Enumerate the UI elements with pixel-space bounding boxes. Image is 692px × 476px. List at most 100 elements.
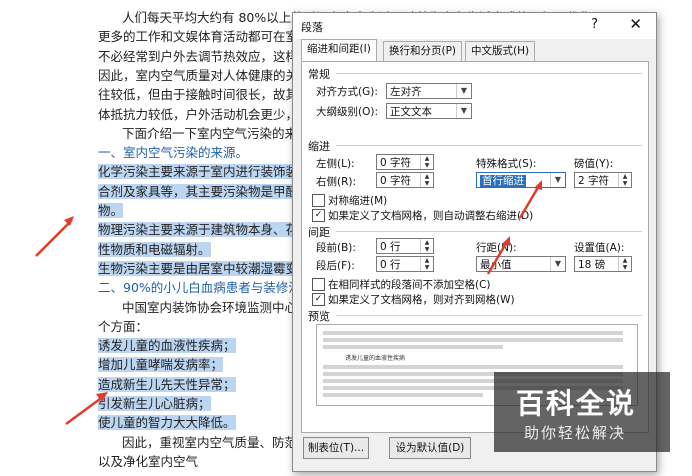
spinner-arrows-icon[interactable]: ▲ ▼: [420, 155, 433, 169]
spacing-at-value: 18 磅: [578, 259, 606, 271]
red-arrow-left-bottom: [65, 392, 108, 426]
document-line: 下面介绍一下室内空气污染的来源: [122, 124, 310, 144]
document-line-text: 往较低，但由于接触时间很长，故其: [98, 87, 299, 103]
red-arrow-special-indent: [518, 180, 542, 219]
set-default-button[interactable]: 设为默认值(D): [389, 437, 471, 459]
outline-level-select[interactable]: 正文文本 ▼: [386, 103, 472, 119]
watermark-title: 百科全说: [516, 387, 637, 420]
document-line-text: 物理污染主要来源于建筑物本身、花岗: [98, 222, 311, 238]
document-line-text: 物。: [98, 203, 124, 218]
document-line-text: 更多的工作和文娱体育活动都可在室: [98, 29, 299, 45]
document-line-text: 性物质和电磁辐射。: [98, 241, 211, 257]
document-line: 引发新生儿心脏病；: [98, 394, 211, 414]
space-after-value: 0 行: [380, 259, 401, 271]
document-line-text: 造成新生儿先天性异常；: [98, 376, 236, 392]
preview-line: [323, 345, 503, 349]
document-line-text: 下面介绍一下室内空气污染的来源: [122, 125, 310, 141]
document-line-text: 因此，室内空气质量对人体健康的关系: [98, 67, 311, 83]
divider: [336, 73, 642, 74]
space-after-label: 段后(F):: [316, 260, 355, 272]
snap-to-grid-checkbox[interactable]: ✓: [312, 293, 325, 306]
spacing-at-spinner[interactable]: 18 磅 ▲ ▼: [574, 256, 632, 272]
outline-level-label: 大纲级别(O):: [316, 106, 378, 118]
document-line-text: 引发新生儿心脏病；: [98, 396, 211, 411]
tab-asian-typography[interactable]: 中文版式(H): [465, 41, 536, 61]
document-line-text: 生物污染主要是由居室中较潮湿霉变的: [98, 260, 311, 276]
right-indent-label: 右侧(R):: [316, 176, 357, 188]
divider: [336, 145, 642, 146]
preview-line: [323, 365, 623, 369]
tabs-button[interactable]: 制表位(T)...: [303, 437, 369, 459]
document-line: 二、90%的小儿白血病患者与装修污染: [98, 278, 313, 298]
watermark-logo: 百科全说 助你轻松解决: [494, 372, 670, 452]
document-line: 以及净化室内空气: [98, 452, 198, 472]
chevron-down-icon: ▼: [550, 173, 565, 187]
space-before-label: 段前(B):: [316, 242, 356, 254]
space-before-spinner[interactable]: 0 行 ▲ ▼: [376, 238, 434, 254]
left-indent-value: 0 字符: [380, 157, 412, 169]
spinner-arrows-icon[interactable]: ▲ ▼: [618, 257, 631, 271]
chevron-down-icon: ▼: [456, 84, 471, 98]
auto-adjust-indent-checkbox[interactable]: ✓: [312, 209, 325, 222]
document-line-text: 不必经常到户外去调节热效应，这样: [98, 48, 299, 64]
spinner-arrows-icon[interactable]: ▲ ▼: [618, 173, 631, 187]
spinner-arrows-icon[interactable]: ▲ ▼: [420, 173, 433, 187]
chevron-down-icon: ▼: [456, 104, 471, 118]
document-line-text: 诱发儿童的血液性疾病；: [98, 338, 236, 354]
close-icon[interactable]: ✕: [629, 15, 642, 33]
document-line: 物。: [98, 201, 124, 221]
preview-line: [323, 338, 623, 342]
alignment-value: 左对齐: [390, 86, 422, 98]
document-line: 因此，室内空气质量对人体健康的关系: [98, 66, 311, 86]
document-line-text: 使儿童的智力大大降低。: [98, 415, 236, 431]
special-indent-label: 特殊格式(S):: [476, 158, 537, 170]
indent-heading: 缩进: [308, 140, 330, 153]
document-line: 诱发儿童的血液性疾病；: [98, 336, 236, 356]
document-line: 体抵抗力较低，户外活动机会更少，因: [98, 105, 311, 125]
right-indent-value: 0 字符: [380, 175, 412, 187]
tab-indent-spacing[interactable]: 缩进和间距(I): [301, 39, 377, 61]
document-line: 性物质和电磁辐射。: [98, 240, 211, 260]
spacing-heading: 间距: [308, 226, 330, 239]
document-line: 往较低，但由于接触时间很长，故其: [98, 85, 298, 105]
preview-sample-text: 诱发儿童的血液性疾病: [345, 355, 406, 362]
alignment-select[interactable]: 左对齐 ▼: [386, 83, 472, 99]
divider: [336, 231, 642, 232]
help-icon[interactable]: ?: [591, 17, 598, 32]
mirror-indents-label: 对称缩进(M): [328, 195, 388, 207]
left-indent-spinner[interactable]: 0 字符 ▲ ▼: [376, 154, 434, 170]
space-after-spinner[interactable]: 0 行 ▲ ▼: [376, 256, 434, 272]
document-line: 使儿童的智力大大降低。: [98, 413, 236, 433]
alignment-label: 对齐方式(G):: [316, 86, 378, 98]
document-line: 个方面：: [98, 317, 148, 337]
document-line-text: 增加儿童哮喘发病率；: [98, 357, 224, 373]
document-line: 更多的工作和文娱体育活动都可在室: [98, 27, 298, 47]
dialog-title: 段落: [301, 21, 323, 34]
document-line: 物理污染主要来源于建筑物本身、花岗: [98, 220, 311, 240]
tab-line-page-breaks[interactable]: 换行和分页(P): [383, 41, 463, 61]
watermark-subtitle: 助你轻松解决: [524, 424, 627, 442]
spinner-arrows-icon[interactable]: ▲ ▼: [420, 257, 433, 271]
preview-line: [323, 331, 623, 335]
document-line-text: 二、90%的小儿白血病患者与装修污染: [98, 280, 314, 296]
document-line: 化学污染主要来源于室内进行装饰装: [98, 162, 299, 182]
spinner-arrows-icon[interactable]: ▲ ▼: [420, 239, 433, 253]
snap-to-grid-label: 如果定义了文档网格，则对齐到网格(W): [328, 294, 515, 306]
red-arrow-left-top: [35, 216, 74, 257]
document-line-text: 中国室内装饰协会环境监测中心：: [122, 299, 310, 315]
document-line: 合剂及家具等，其主要污染物是甲醛、: [98, 182, 311, 202]
no-space-same-style-checkbox[interactable]: [312, 278, 325, 291]
red-arrow-line-spacing: [486, 236, 510, 275]
mirror-indents-checkbox[interactable]: [312, 194, 325, 207]
preview-heading: 预览: [308, 310, 330, 323]
spacing-at-label: 设置值(A):: [574, 242, 625, 254]
document-line: 造成新生儿先天性异常；: [98, 375, 236, 395]
document-line: 一、室内空气污染的来源。: [98, 143, 248, 163]
document-line: 不必经常到户外去调节热效应，这样: [98, 47, 298, 67]
no-space-same-style-label: 在相同样式的段落间不添加空格(C): [328, 279, 491, 291]
dialog-titlebar: 段落 ? ✕: [293, 13, 656, 39]
document-line-text: 体抵抗力较低，户外活动机会更少，因: [98, 106, 311, 122]
left-indent-label: 左侧(L):: [316, 158, 355, 170]
indent-by-spinner[interactable]: 2 字符 ▲ ▼: [574, 172, 632, 188]
right-indent-spinner[interactable]: 0 字符 ▲ ▼: [376, 172, 434, 188]
